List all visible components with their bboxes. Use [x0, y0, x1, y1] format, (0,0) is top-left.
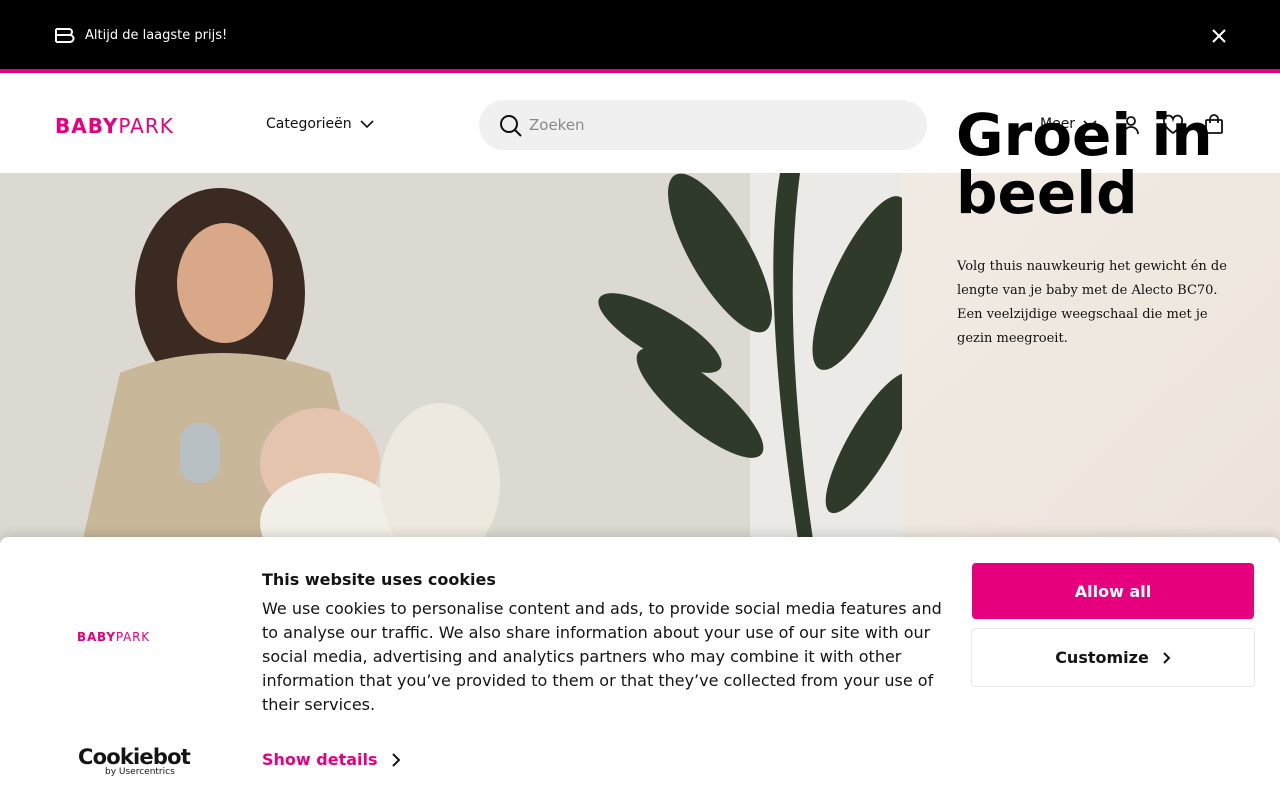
chevron-right-icon [391, 752, 400, 767]
categories-menu[interactable]: Categorieën [266, 116, 374, 132]
babypark-logo[interactable]: BABYPARK [55, 114, 174, 138]
cookiebot-name: Cookiebot [78, 745, 191, 769]
categories-label: Categorieën [266, 116, 352, 132]
cookie-body-text: We use cookies to personalise content an… [262, 599, 942, 714]
chevron-right-icon [1163, 651, 1171, 664]
hero-photo [0, 173, 915, 553]
hero-banner[interactable] [0, 173, 1280, 553]
hero-side-panel [902, 173, 1280, 553]
cookie-logo-part-park: PARK [115, 630, 150, 644]
hero-title: Groei in beeld [956, 101, 1213, 227]
stacked-bars-icon [55, 28, 75, 43]
promo-bar: Altijd de laagste prijs! [0, 0, 1280, 73]
show-details-label: Show details [262, 750, 378, 769]
promo-text: Altijd de laagste prijs! [85, 28, 228, 43]
show-details-link[interactable]: Show details [262, 750, 400, 769]
customize-button[interactable]: Customize [971, 628, 1255, 687]
cookie-title: This website uses cookies [262, 570, 496, 589]
logo-part-park: PARK [118, 114, 174, 138]
search-icon[interactable] [499, 114, 523, 138]
chevron-down-icon [360, 120, 374, 129]
search-input[interactable] [529, 114, 909, 136]
search-bar [479, 100, 927, 150]
cookie-consent-dialog: BABYPARK Cookiebot by Usercentrics This … [0, 537, 1280, 800]
hero-description: Volg thuis nauwkeurig het gewicht én de … [957, 259, 1227, 346]
allow-all-button[interactable]: Allow all [972, 563, 1254, 619]
cookie-logo-part-baby: BABY [77, 630, 116, 644]
customize-label: Customize [1055, 648, 1149, 667]
logo-part-baby: BABY [55, 114, 119, 138]
cookiebot-logo[interactable]: Cookiebot by Usercentrics [78, 745, 191, 777]
close-icon[interactable] [1209, 26, 1229, 46]
cookie-babypark-logo: BABYPARK [77, 630, 150, 644]
hero-illustration [0, 173, 915, 553]
